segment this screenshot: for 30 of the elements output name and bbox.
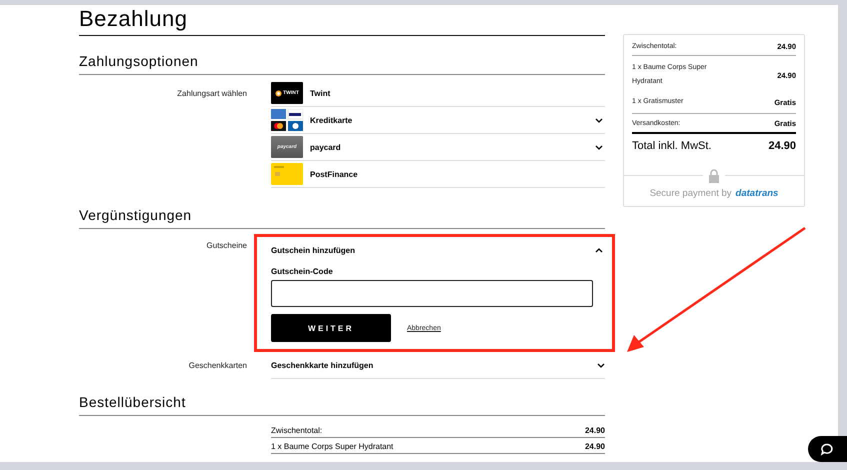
page-title: Bezahlung — [79, 6, 605, 36]
field-label: Zahlungsart wählen — [176, 88, 247, 100]
chat-icon — [820, 442, 834, 456]
payment-option[interactable]: Kreditkarte — [271, 107, 605, 134]
chevron-icon — [595, 144, 603, 150]
postfinance-card-icon — [271, 163, 303, 185]
section-heading: Zahlungsoptionen — [79, 36, 605, 75]
secure-payment-text: Secure payment by — [650, 188, 732, 199]
summary-value: 24.90 — [768, 140, 796, 152]
chevron-icon — [595, 118, 603, 122]
field-label: Gutscheine — [206, 240, 247, 252]
accordion-toggle[interactable]: Gutschein hinzufügen — [271, 237, 605, 263]
voucher-code-field[interactable] — [271, 280, 593, 307]
field-label: Gutschein-Code — [271, 267, 334, 276]
credit-cards-icon — [271, 109, 303, 131]
summary-label: Total inkl. MwSt. — [632, 140, 712, 152]
submit-button[interactable]: WEITER — [271, 314, 391, 342]
provider-logo: datatrans — [736, 188, 778, 199]
summary-label: 1 x Baume Corps Super Hydratant — [271, 442, 394, 451]
chevron-icon — [595, 248, 603, 252]
summary-value: 24.90 — [584, 442, 605, 451]
summary-value: 24.90 — [584, 426, 605, 435]
section-heading: Vergünstigungen — [79, 188, 605, 229]
chevron-icon — [597, 362, 605, 368]
section-heading: Bestellübersicht — [79, 379, 605, 416]
summary-label: Zwischentotal: — [271, 426, 322, 435]
accordion-toggle[interactable]: Geschenkkarte hinzufügen — [271, 352, 605, 378]
field-label: Geschenkkarten — [188, 360, 247, 372]
payment-option[interactable]: PostFinance — [271, 161, 605, 188]
chat-button[interactable] — [808, 436, 847, 462]
